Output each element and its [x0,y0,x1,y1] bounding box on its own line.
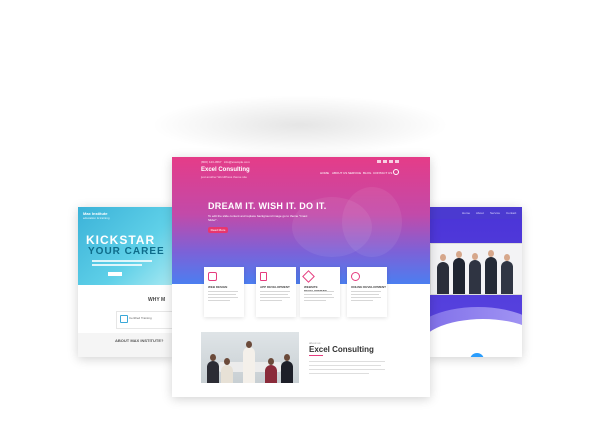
left-hero-text-line [92,264,142,266]
meeting-person-head [246,341,252,348]
menu-item-contact[interactable]: CONTACT US [373,171,392,175]
service-text-line [260,300,282,301]
main-brand[interactable]: Excel Consulting [201,167,250,173]
team-member [437,262,449,294]
right-wave-decoration [428,319,522,357]
service-title: WEB DESIGN [208,285,228,289]
service-text-line [260,297,290,298]
left-about-label: ABOUT MAX INSTITUTE? [115,338,164,343]
meeting-person-head [210,354,216,361]
team-member-head [488,250,494,257]
wrench-icon [302,270,315,283]
about-text-line [309,373,369,374]
about-text-line [309,365,381,366]
meeting-person [281,361,293,383]
meeting-person-head [268,358,274,365]
right-menu-item[interactable]: Home [462,211,470,215]
service-text-line [304,291,334,292]
service-text-line [304,294,332,295]
menu-item-home[interactable]: HOME [320,171,329,175]
left-section-title: WHY M [148,297,166,303]
service-text-line [304,297,334,298]
hero-description: To edit the slide content and replace ba… [208,214,308,222]
service-card[interactable]: WEBSITE DEVELOPMENT [300,267,340,317]
service-card[interactable]: WEB DESIGN [204,267,244,317]
mockup-shadow [150,95,450,155]
about-text-line [309,361,385,362]
right-site-mockup: Home About Service Contact [428,207,522,357]
service-text-line [208,300,230,301]
service-text-line [351,297,381,298]
menu-item-service[interactable]: SERVICE [348,171,361,175]
meeting-person [265,365,277,383]
search-icon[interactable] [393,169,399,175]
email-text: info@example.com [224,160,250,164]
about-accent-bar [309,355,323,356]
meeting-photo [201,332,299,383]
team-member-head [472,253,478,260]
service-text-line [351,300,373,301]
main-site-mockup: (800) 123-4567 info@example.com Excel Co… [172,157,430,397]
team-member [453,258,465,294]
service-card[interactable]: ONLINE DEVELOPMENT [347,267,387,317]
team-member [469,260,481,294]
meeting-person-head [224,358,230,365]
right-menu-item[interactable]: Service [490,211,500,215]
team-member [501,261,513,294]
about-text-line [309,369,385,370]
team-member-head [504,254,510,261]
service-text-line [260,291,290,292]
service-text-line [260,294,288,295]
service-text-line [351,294,379,295]
meeting-person-head [284,354,290,361]
left-feature-label: Certified Training [129,316,152,320]
right-topbar: Home About Service Contact [428,207,522,219]
main-tagline: just another WordPress theme site [201,175,247,179]
left-site-mockup: Max Institute education & training KICKS… [78,207,174,357]
team-member-head [456,251,462,258]
left-hero-button[interactable] [108,272,122,276]
left-headline-1: KICKSTAR [86,233,156,247]
hero-headline: DREAM IT. WISH IT. DO IT. [208,201,327,211]
left-about-section: ABOUT MAX INSTITUTE? [78,333,174,357]
about-title: Excel Consulting [309,345,374,354]
link-icon [208,272,217,281]
left-hero: Max Institute education & training KICKS… [78,207,174,285]
service-text-line [351,291,381,292]
mobile-icon [260,272,267,281]
team-member [485,257,497,294]
facebook-icon[interactable] [377,160,381,163]
left-hero-text-line [92,260,152,262]
certificate-icon [120,315,128,323]
service-title: ONLINE DEVELOPMENT [351,285,387,289]
left-brand-sub: education & training [83,216,110,220]
read-more-button[interactable]: Read More [208,227,228,233]
right-menu-item[interactable]: About [476,211,484,215]
linkedin-icon[interactable] [389,160,393,163]
service-text-line [208,297,238,298]
twitter-icon[interactable] [383,160,387,163]
phone-text: (800) 123-4567 [201,160,222,164]
team-member-head [440,254,446,261]
meeting-person [243,347,255,383]
hero-photo-blur [342,187,402,257]
team-photo [430,243,522,295]
main-hero: (800) 123-4567 info@example.com Excel Co… [172,157,430,284]
menu-item-about[interactable]: ABOUT US [332,171,347,175]
service-text-line [208,291,238,292]
left-headline-2: YOUR CAREE [88,246,165,257]
lifebuoy-icon [351,272,360,281]
service-card[interactable]: APP DEVELOPMENT [256,267,296,317]
meeting-person [207,361,219,383]
service-text-line [304,300,326,301]
left-feature-box: Certified Training [116,311,174,329]
service-text-line [208,294,236,295]
right-menu-item[interactable]: Contact [506,211,516,215]
meeting-person [221,365,233,383]
menu-item-blog[interactable]: BLOG [363,171,371,175]
instagram-icon[interactable] [395,160,399,163]
service-title: APP DEVELOPMENT [260,285,290,289]
